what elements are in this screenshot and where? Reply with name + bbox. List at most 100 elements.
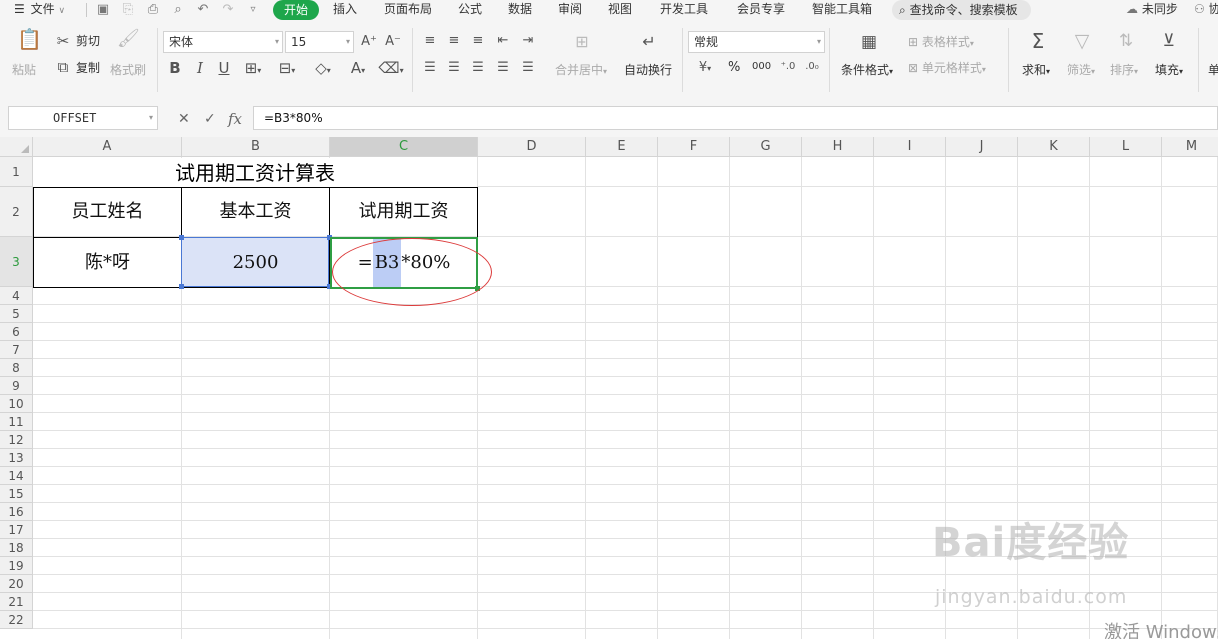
clear-format-icon[interactable]: ⌫▾ [378,59,404,80]
align-left-icon[interactable]: ☰ [422,59,438,77]
column-header-l[interactable]: L [1090,137,1162,157]
row-header-3[interactable]: 3 [0,237,33,287]
collaborate-button[interactable]: ⚇ 协 [1194,0,1218,20]
sync-status[interactable]: ☁ 未同步 [1126,0,1178,20]
cell-a3-name[interactable]: 陈*呀 [34,238,181,287]
table-title-cell[interactable]: 试用期工资计算表 [33,158,477,187]
underline-icon[interactable]: U [217,59,231,77]
justify-icon[interactable]: ☰ [495,59,511,77]
customize-quick-access-icon[interactable]: ▿ [245,2,261,17]
tab-member[interactable]: 会员专享 [737,0,785,20]
save-icon[interactable]: ▣ [95,2,111,17]
row-header-9[interactable]: 9 [0,377,33,395]
row-header-15[interactable]: 15 [0,485,33,503]
merge-center-button[interactable]: 合并居中▾ [555,63,607,79]
number-format-select[interactable]: 常规 ▾ [688,31,825,53]
undo-icon[interactable]: ↶ [195,2,211,17]
column-header-j[interactable]: J [946,137,1018,157]
row-header-19[interactable]: 19 [0,557,33,575]
column-header-i[interactable]: I [874,137,946,157]
row-header-5[interactable]: 5 [0,305,33,323]
sort-button[interactable]: 排序▾ [1110,63,1138,79]
font-size-select[interactable]: 15 ▾ [285,31,354,53]
header-cell-base-salary[interactable]: 基本工资 [182,188,329,236]
column-header-e[interactable]: E [586,137,658,157]
column-header-b[interactable]: B [182,137,330,157]
tab-view[interactable]: 视图 [608,0,632,20]
row-header-8[interactable]: 8 [0,359,33,377]
copy-button[interactable]: 复制 [76,61,100,75]
paste-icon[interactable]: 📋 [17,29,42,49]
row-header-2[interactable]: 2 [0,187,33,237]
tab-page-layout[interactable]: 页面布局 [384,0,432,20]
header-cell-probation-salary[interactable]: 试用期工资 [330,188,477,236]
row-header-4[interactable]: 4 [0,287,33,305]
column-header-g[interactable]: G [730,137,802,157]
tab-insert[interactable]: 插入 [333,0,357,20]
confirm-icon[interactable]: ✓ [204,110,216,128]
row-header-20[interactable]: 20 [0,575,33,593]
column-header-c[interactable]: C [330,137,478,157]
command-search[interactable]: ⌕ 查找命令、搜索模板 [892,0,1031,20]
sum-button[interactable]: 求和▾ [1022,63,1050,79]
tab-review[interactable]: 审阅 [558,0,582,20]
align-top-icon[interactable]: ≡ [422,32,438,50]
row-header-6[interactable]: 6 [0,323,33,341]
row-header-18[interactable]: 18 [0,539,33,557]
row-header-16[interactable]: 16 [0,503,33,521]
align-right-icon[interactable]: ☰ [470,59,486,77]
cell-style-button[interactable]: ⊠ 单元格样式▾ [908,61,986,77]
decrease-font-icon[interactable]: A⁻ [385,33,401,51]
print-preview-icon[interactable]: ⌕ [170,2,186,17]
column-header-f[interactable]: F [658,137,730,157]
decrease-decimal-icon[interactable]: .0₀ [802,58,822,76]
thousands-button[interactable]: 000 [752,60,771,74]
row-header-12[interactable]: 12 [0,431,33,449]
italic-icon[interactable]: I [193,59,207,77]
tab-developer[interactable]: 开发工具 [660,0,708,20]
row-header-14[interactable]: 14 [0,467,33,485]
name-box[interactable]: OFFSET ▾ [8,106,158,130]
border-icon[interactable]: ⊞▾ [240,59,266,80]
table-style-button[interactable]: ⊞ 表格样式▾ [908,35,974,51]
column-header-m[interactable]: M [1162,137,1218,157]
header-cell-name[interactable]: 员工姓名 [34,188,181,236]
print-icon[interactable]: ⎙ [145,2,161,17]
decrease-indent-icon[interactable]: ⇤ [495,32,511,50]
tab-smart-toolbox[interactable]: 智能工具箱 [812,0,872,20]
row-header-21[interactable]: 21 [0,593,33,611]
insert-function-icon[interactable]: fx [228,110,242,128]
row-header-13[interactable]: 13 [0,449,33,467]
increase-font-icon[interactable]: A⁺ [361,33,377,51]
formula-input[interactable]: =B3*80% [253,106,1218,130]
increase-indent-icon[interactable]: ⇥ [520,32,536,50]
bold-icon[interactable]: B [168,59,182,77]
column-header-k[interactable]: K [1018,137,1090,157]
auto-wrap-button[interactable]: 自动换行 [624,63,672,77]
row-header-7[interactable]: 7 [0,341,33,359]
select-all-button[interactable] [0,137,33,157]
currency-icon[interactable]: ¥▾ [694,59,716,78]
format-painter-button[interactable]: 格式刷 [110,63,146,77]
percent-button[interactable]: % [728,61,740,75]
row-header-10[interactable]: 10 [0,395,33,413]
distribute-icon[interactable]: ☰ [520,59,536,77]
cut-button[interactable]: 剪切 [76,34,100,48]
spreadsheet-grid[interactable]: ABCDEFGHIJKLM 1 2 3 4 5 6 7 8 9 10 11 12 13 14 15 16 17 1… [0,137,1218,639]
filter-button[interactable]: 筛选▾ [1067,63,1095,79]
align-middle-icon[interactable]: ≡ [446,32,462,50]
export-icon[interactable]: ⎘ [120,2,136,17]
cancel-icon[interactable]: ✕ [178,110,190,128]
row-header-17[interactable]: 17 [0,521,33,539]
range-handle[interactable] [179,284,184,289]
row-header-22[interactable]: 22 [0,611,33,629]
font-name-select[interactable]: 宋体 ▾ [163,31,283,53]
cell-pattern-icon[interactable]: ⊟▾ [274,59,300,80]
redo-icon[interactable]: ↷ [220,2,236,17]
row-header-1[interactable]: 1 [0,157,33,187]
cell-button-partial[interactable]: 单 [1208,63,1218,77]
align-bottom-icon[interactable]: ≡ [470,32,486,50]
conditional-format-button[interactable]: 条件格式▾ [841,63,893,79]
column-header-a[interactable]: A [33,137,182,157]
fill-button[interactable]: 填充▾ [1155,63,1183,79]
